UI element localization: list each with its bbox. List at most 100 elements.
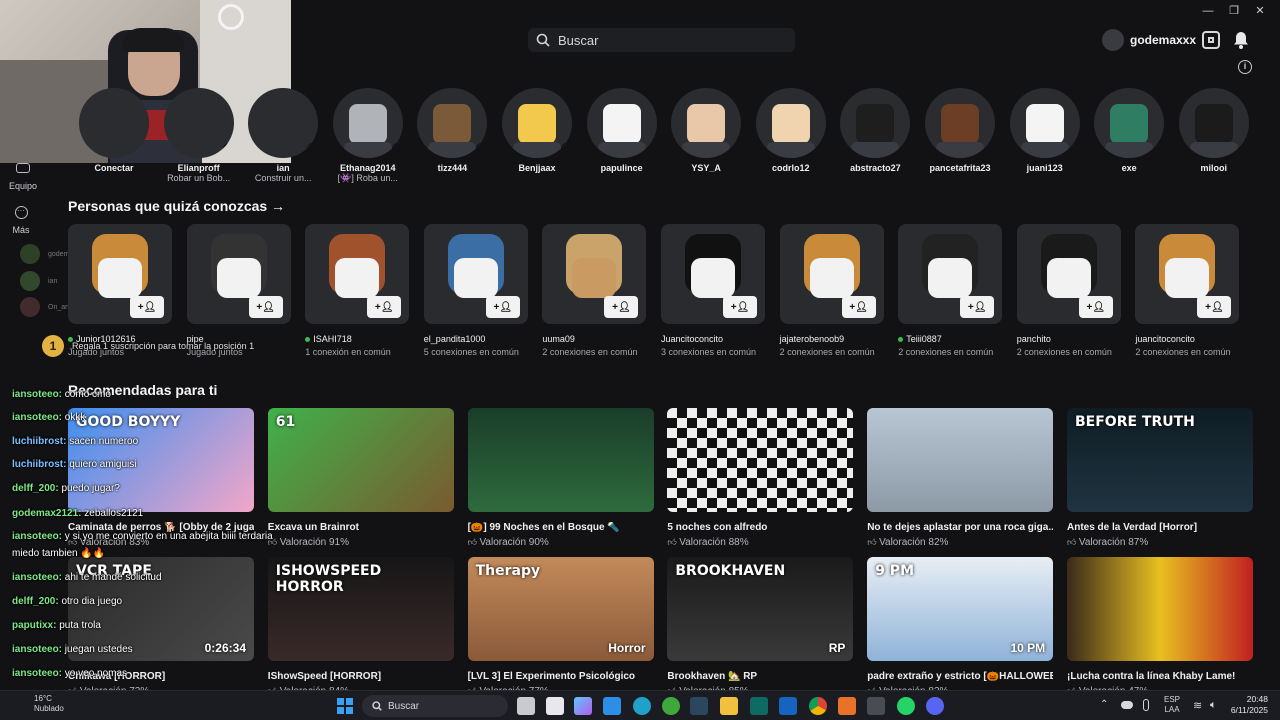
game-thumbnail[interactable]	[1067, 557, 1253, 661]
add-friend-button[interactable]: +👤︎	[604, 296, 639, 318]
terminal-icon[interactable]	[750, 697, 768, 715]
person-avatar[interactable]: +👤︎	[68, 224, 172, 324]
friend-item[interactable]: papulince	[586, 88, 658, 173]
language-indicator[interactable]: ESP LAA	[1164, 695, 1180, 715]
clock[interactable]: 20:48 6/11/2025	[1230, 694, 1268, 716]
add-friend-button[interactable]: +👤︎	[1197, 296, 1232, 318]
add-friend-button[interactable]: +👤︎	[723, 296, 757, 318]
discord-icon[interactable]	[926, 697, 944, 715]
person-card[interactable]: +👤︎ el_pandita1000 5 conexiones en común	[423, 224, 528, 357]
connect-icon[interactable]	[79, 88, 149, 158]
friend-item[interactable]: exe	[1093, 88, 1165, 173]
game-tile[interactable]: No te dejes aplastar por una roca giga..…	[867, 408, 1054, 548]
person-card[interactable]: +👤︎ uuma09 2 conexiones en común	[542, 224, 647, 357]
avatar[interactable]	[163, 88, 234, 158]
game-thumbnail[interactable]: BEFORE TRUTH	[1067, 408, 1253, 512]
tray-chevron-icon[interactable]: ⌃	[1100, 699, 1108, 710]
outlook-icon[interactable]	[779, 697, 797, 715]
avatar[interactable]	[1009, 88, 1080, 158]
game-thumbnail[interactable]: 61	[267, 408, 454, 512]
avatar[interactable]	[502, 88, 572, 158]
app-icon[interactable]	[838, 697, 856, 715]
game-tile[interactable]: [🎃] 99 Noches en el Bosque 🔦 👍︎ Valoració…	[467, 408, 654, 548]
chrome-icon[interactable]	[809, 697, 827, 715]
explorer-icon[interactable]	[720, 697, 738, 715]
friend-item[interactable]: milooi	[1178, 88, 1250, 173]
taskview-icon[interactable]	[517, 697, 535, 715]
person-avatar[interactable]: +👤︎	[661, 224, 765, 324]
roblox-icon[interactable]	[867, 697, 885, 715]
person-card[interactable]: +👤︎ panchito 2 conexiones en común	[1016, 224, 1121, 357]
game-tile[interactable]: ¡Lucha contra la línea Khaby Lame!👍︎ Val…	[1067, 557, 1253, 697]
avatar[interactable]	[1178, 88, 1249, 158]
search-bar[interactable]: Buscar	[528, 28, 795, 52]
person-card[interactable]: +👤︎ ISAHI718 1 conexión en común	[305, 224, 410, 357]
person-avatar[interactable]: +👤︎	[186, 224, 291, 324]
onedrive-icon[interactable]	[1121, 701, 1133, 709]
person-avatar[interactable]: +👤︎	[542, 224, 647, 324]
minimize-button[interactable]: —	[1200, 4, 1216, 18]
search-input[interactable]: Buscar	[558, 33, 598, 48]
friend-item[interactable]: ian Construir un...	[247, 88, 319, 183]
game-thumbnail[interactable]	[667, 408, 854, 512]
bell-icon[interactable]	[1233, 31, 1249, 52]
friend-item[interactable]: juani123	[1009, 88, 1081, 173]
add-friend-button[interactable]: +👤︎	[841, 296, 876, 318]
person-avatar[interactable]: +👤︎	[898, 224, 1003, 324]
friend-item[interactable]: abstracto27	[839, 88, 911, 173]
person-avatar[interactable]: +👤︎	[305, 224, 410, 324]
add-friend-button[interactable]: +👤︎	[1078, 296, 1113, 318]
avatar[interactable]	[671, 88, 742, 158]
game-tile[interactable]: ISHOWSPEED HORRORIShowSpeed [HORROR]👍︎ V…	[267, 557, 454, 697]
game-tile[interactable]: Therapy Horror [LVL 3] El Experimento Psic…	[467, 557, 654, 697]
friend-item[interactable]: pancetafrita23	[924, 88, 996, 173]
friend-item[interactable]: YSY_A	[670, 88, 742, 173]
avatar[interactable]	[1094, 88, 1165, 158]
friend-item[interactable]: codrlo12	[755, 88, 827, 173]
game-thumbnail[interactable]: 9 PM 10 PM	[867, 557, 1054, 661]
add-friend-button[interactable]: +👤︎	[485, 296, 520, 318]
game-tile[interactable]: BEFORE TRUTH Antes de la Verdad [Horror] 👍…	[1067, 408, 1253, 548]
avatar[interactable]	[332, 88, 403, 158]
wifi-icon[interactable]: ≋	[1193, 699, 1202, 712]
person-avatar[interactable]: +👤︎	[1135, 224, 1240, 324]
avatar[interactable]	[925, 88, 995, 158]
robux-icon[interactable]	[1202, 31, 1221, 49]
add-friend-button[interactable]: +👤︎	[248, 296, 283, 318]
friend-item[interactable]: tizz444	[416, 88, 488, 173]
sidebar-team[interactable]: Equipo	[8, 163, 38, 191]
game-tile[interactable]: GOOD BOYYY Caminata de perros 🐕 [Obby de …	[68, 408, 254, 548]
person-card[interactable]: +👤︎ Teiii0887 2 conexiones en común	[898, 224, 1003, 357]
add-friend-button[interactable]: +👤︎	[130, 296, 164, 318]
avatar[interactable]	[248, 88, 319, 158]
game-thumbnail[interactable]: Therapy Horror	[467, 557, 654, 661]
people-section-title[interactable]: Personas que quizá conozcas →	[68, 198, 285, 214]
avatar[interactable]	[840, 88, 911, 158]
game-tile[interactable]: 9 PM 10 PM padre extraño y estricto [🎃HALL…	[867, 557, 1054, 697]
start-button[interactable]	[337, 698, 353, 714]
close-button[interactable]: ✕	[1252, 4, 1268, 18]
game-thumbnail[interactable]	[867, 408, 1054, 512]
person-card[interactable]: +👤︎ Juancitoconcito 3 conexiones en común	[661, 224, 765, 357]
user-menu[interactable]: godemaxxx	[1102, 28, 1221, 52]
volume-icon[interactable]: 🔈︎	[1210, 699, 1217, 712]
friend-item[interactable]: Ethanag2014 [👾] Roba un...	[332, 88, 404, 184]
add-friend-button[interactable]: +👤︎	[960, 296, 995, 318]
store-icon[interactable]	[603, 697, 621, 715]
whatsapp-icon[interactable]	[897, 697, 915, 715]
friend-item[interactable]: Conectar	[78, 88, 150, 173]
copilot-icon[interactable]	[574, 697, 592, 715]
maximize-button[interactable]: ❐	[1226, 4, 1242, 18]
info-icon[interactable]: i	[1238, 60, 1252, 74]
game-thumbnail[interactable]: BROOKHAVEN RP	[667, 557, 854, 661]
xbox-icon[interactable]	[662, 697, 680, 715]
person-avatar[interactable]: +👤︎	[779, 224, 884, 324]
person-card[interactable]: +👤︎ juancitoconcito 2 conexiones en común	[1135, 224, 1240, 357]
person-avatar[interactable]: +👤︎	[423, 224, 528, 324]
game-tile[interactable]: 61 Excava un Brainrot 👍︎ Valoración 91%	[267, 408, 454, 548]
avatar[interactable]	[755, 88, 826, 158]
steam-icon[interactable]	[690, 697, 708, 715]
person-avatar[interactable]: +👤︎	[1016, 224, 1121, 324]
sidebar-more[interactable]: ··· Más	[8, 206, 34, 235]
mic-icon[interactable]	[1143, 699, 1149, 711]
